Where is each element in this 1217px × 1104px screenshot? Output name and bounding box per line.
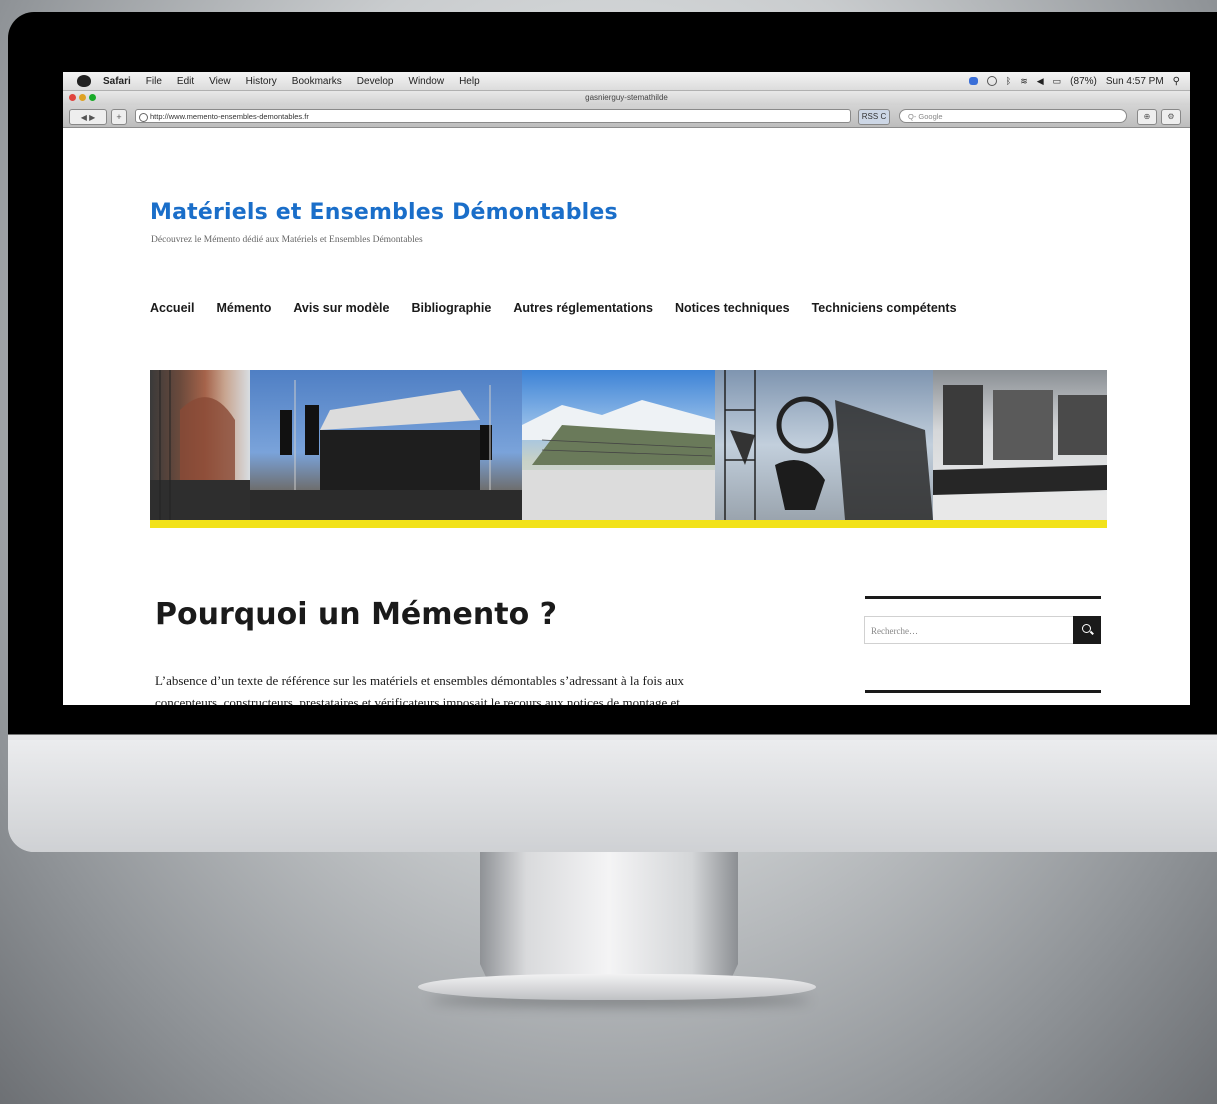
bookmark-menu-icon[interactable]: ⊕ <box>1137 109 1157 125</box>
sidebar-divider <box>865 596 1101 599</box>
nav-item-accueil[interactable]: Accueil <box>150 301 194 315</box>
nav-item-reglementations[interactable]: Autres réglementations <box>513 301 653 315</box>
window-controls <box>69 94 96 101</box>
zoom-icon[interactable] <box>89 94 96 101</box>
banner-photo-brick-structure <box>150 370 250 520</box>
menu-edit[interactable]: Edit <box>177 76 194 87</box>
nav-item-notices[interactable]: Notices techniques <box>675 301 790 315</box>
nav-item-techniciens[interactable]: Techniciens compétents <box>812 301 957 315</box>
nav-item-avis[interactable]: Avis sur modèle <box>293 301 389 315</box>
menu-view[interactable]: View <box>209 76 231 87</box>
menu-bookmarks[interactable]: Bookmarks <box>292 76 342 87</box>
imac-frame: Safari File Edit View History Bookmarks … <box>8 12 1217 852</box>
minimize-icon[interactable] <box>79 94 86 101</box>
browser-search-field[interactable]: Q- Google <box>899 109 1127 123</box>
menu-window[interactable]: Window <box>409 76 445 87</box>
menu-help[interactable]: Help <box>459 76 480 87</box>
battery-icon[interactable]: ▭ <box>1053 76 1062 87</box>
web-page: Matériels et Ensembles Démontables Décou… <box>63 148 1190 705</box>
time-machine-icon[interactable] <box>986 76 997 86</box>
post-body-line: L’absence d’un texte de référence sur le… <box>155 673 685 688</box>
site-description: Découvrez le Mémento dédié aux Matériels… <box>151 235 423 245</box>
status-app-icon[interactable] <box>968 77 978 85</box>
banner-accent-bar <box>150 520 1107 528</box>
header-banner-image <box>150 370 1107 520</box>
menu-app-safari[interactable]: Safari <box>103 76 131 87</box>
post-title[interactable]: Pourquoi un Mémento ? <box>155 597 557 632</box>
address-text: http://www.memento-ensembles-demontables… <box>150 112 309 121</box>
battery-percent: (87%) <box>1070 75 1097 87</box>
close-icon[interactable] <box>69 94 76 101</box>
nav-item-bibliographie[interactable]: Bibliographie <box>411 301 491 315</box>
sidebar-divider <box>865 690 1101 693</box>
apple-icon[interactable] <box>77 75 91 87</box>
address-bar[interactable]: http://www.memento-ensembles-demontables… <box>135 109 851 123</box>
window-title: gasnierguy-stemathilde <box>585 93 668 102</box>
settings-gear-icon[interactable]: ⚙ <box>1161 109 1181 125</box>
window-titlebar: gasnierguy-stemathilde <box>63 91 1190 105</box>
banner-photo-scaffold-lights <box>715 370 933 520</box>
imac-chin <box>8 740 1217 852</box>
sidebar-search-input[interactable]: Recherche… <box>864 616 1074 644</box>
imac-foot <box>418 974 816 1000</box>
post-body-line: concepteurs, constructeurs, prestataires… <box>155 695 680 705</box>
menu-history[interactable]: History <box>246 76 277 87</box>
menubar-clock[interactable]: Sun 4:57 PM <box>1106 76 1164 87</box>
screen: Safari File Edit View History Bookmarks … <box>63 72 1190 705</box>
globe-icon <box>139 113 148 122</box>
search-icon[interactable] <box>1073 616 1101 644</box>
banner-photo-grandstand <box>522 370 715 520</box>
menu-file[interactable]: File <box>146 76 162 87</box>
main-navigation: Accueil Mémento Avis sur modèle Bibliogr… <box>150 301 957 315</box>
spotlight-icon[interactable]: ⚲ <box>1173 76 1180 87</box>
volume-icon[interactable]: ◀ <box>1037 76 1044 87</box>
nav-item-memento[interactable]: Mémento <box>216 301 271 315</box>
rss-reload-button[interactable]: RSS C <box>858 109 890 125</box>
site-title[interactable]: Matériels et Ensembles Démontables <box>150 200 618 225</box>
mac-menubar: Safari File Edit View History Bookmarks … <box>63 72 1190 91</box>
banner-photo-venue <box>933 370 1107 520</box>
back-forward-buttons[interactable]: ◀ ▶ <box>69 109 107 125</box>
post-body: L’absence d’un texte de référence sur le… <box>155 670 825 705</box>
add-bookmark-button[interactable]: + <box>111 109 127 125</box>
banner-photo-stage <box>250 370 522 520</box>
menu-develop[interactable]: Develop <box>357 76 394 87</box>
imac-stand <box>480 852 738 992</box>
browser-toolbar: ◀ ▶ + http://www.memento-ensembles-demon… <box>63 105 1190 128</box>
bluetooth-icon[interactable]: ᛒ <box>1006 76 1011 86</box>
wifi-icon[interactable]: ≋ <box>1020 76 1028 87</box>
